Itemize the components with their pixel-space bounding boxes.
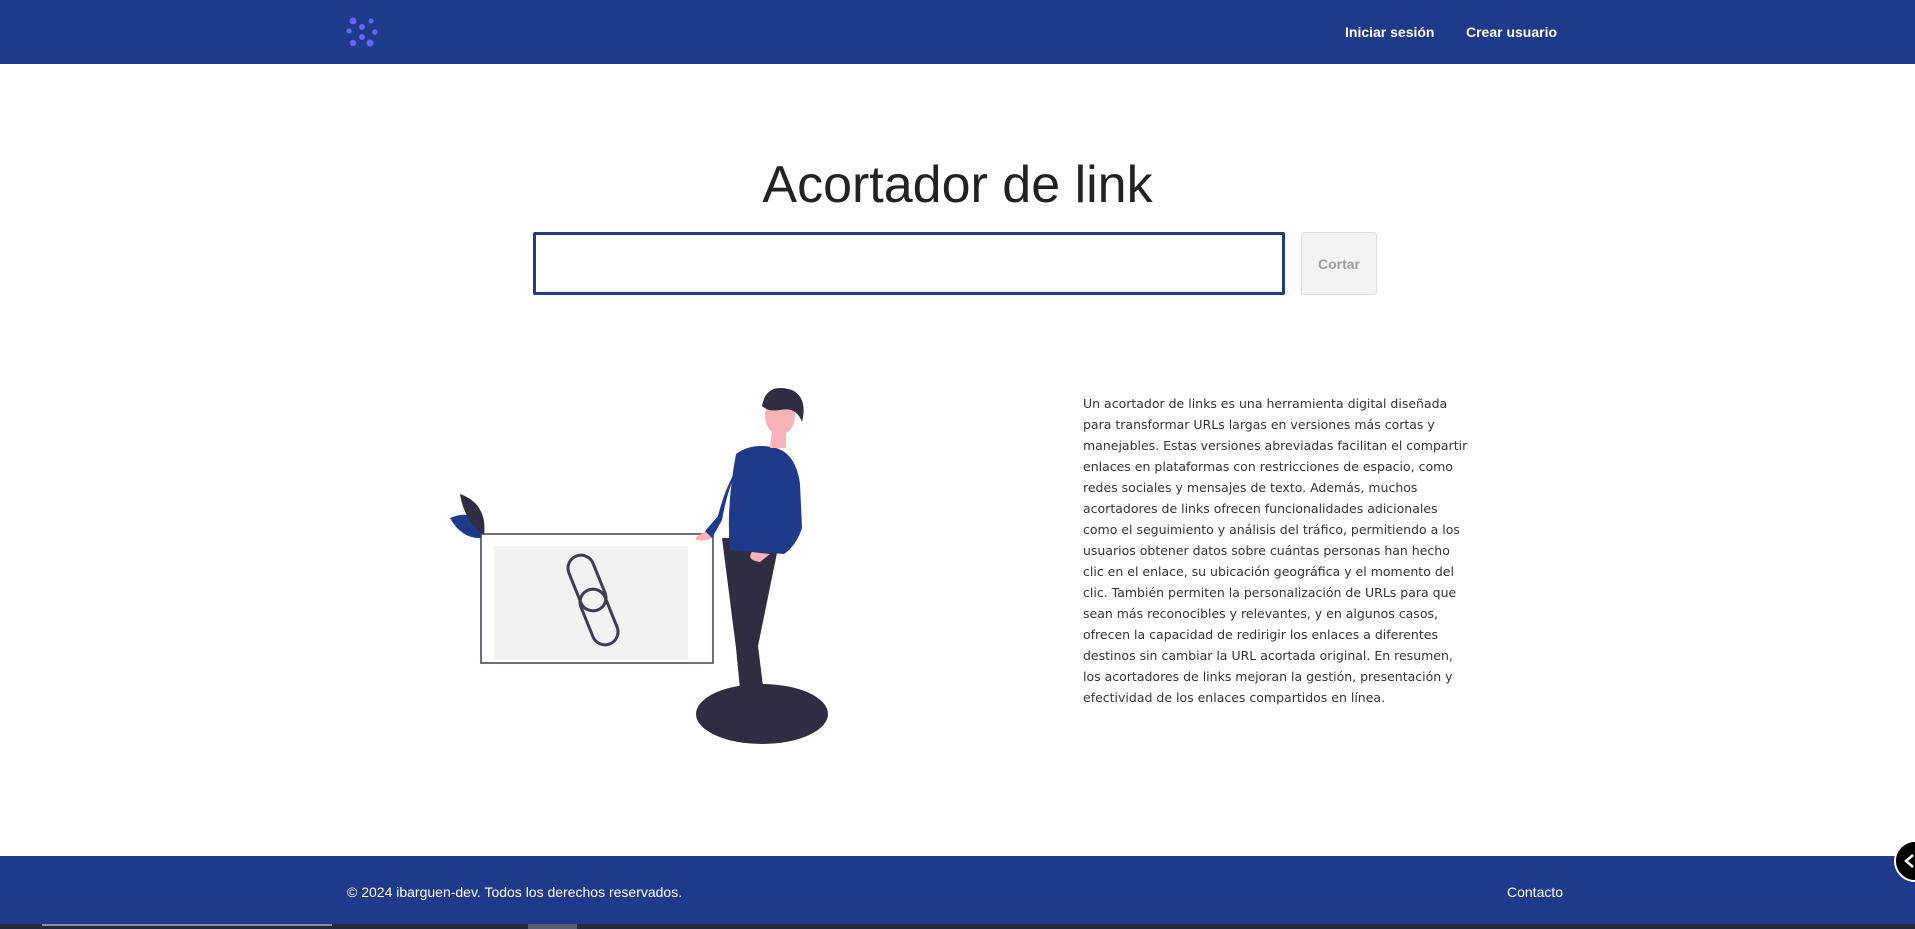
copyright-text: © 2024 ibarguen-dev. Todos los derechos … [347,884,683,900]
login-link[interactable]: Iniciar sesión [1345,24,1434,40]
person-torso [728,446,802,554]
bottom-bar-thumb[interactable] [528,924,577,929]
page-title: Acortador de link [762,156,1153,214]
contact-link[interactable]: Contacto [1507,884,1563,900]
person-neck [770,430,786,448]
url-input[interactable] [533,232,1285,295]
bottom-scroll-bar [0,924,1915,929]
register-link[interactable]: Crear usuario [1466,24,1557,40]
cut-button[interactable]: Cortar [1301,232,1377,295]
person-legs [722,538,780,710]
navbar: Iniciar sesión Crear usuario [0,0,1915,64]
footer: © 2024 ibarguen-dev. Todos los derechos … [0,856,1915,929]
description-text: Un acortador de links es una herramienta… [1083,396,1468,705]
chevron-left-icon [1904,854,1914,868]
molecule-logo-icon[interactable] [346,17,378,47]
person-with-link-illustration [450,388,828,744]
link-card-inner [494,546,688,660]
bottom-bar-segment [42,924,332,926]
